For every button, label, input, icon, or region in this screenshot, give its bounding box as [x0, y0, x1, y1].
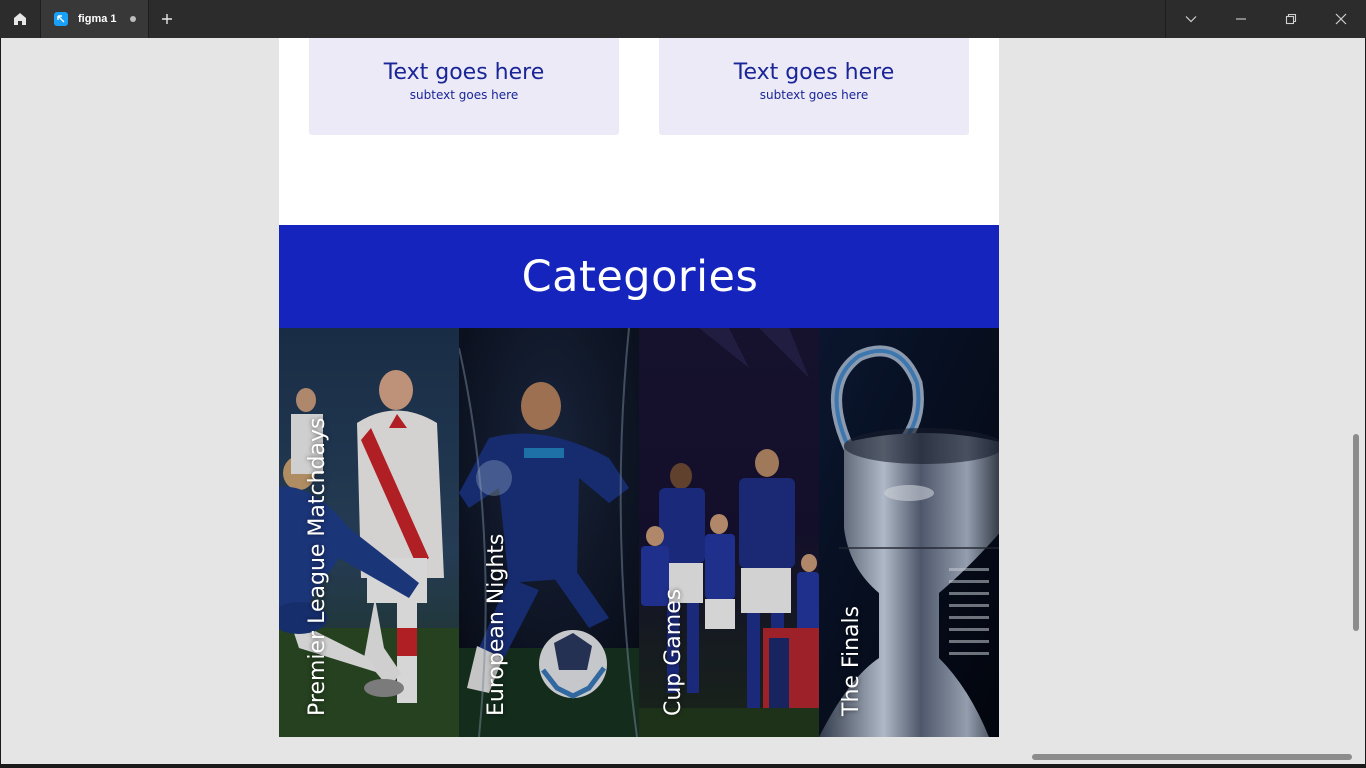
design-canvas[interactable]: Text goes here subtext goes here Text go… [0, 38, 1366, 768]
category-the-finals[interactable]: The Finals [819, 328, 999, 737]
horizontal-scrollbar[interactable] [1032, 754, 1352, 760]
page-frame[interactable]: Text goes here subtext goes here Text go… [279, 38, 999, 737]
plus-icon [162, 14, 172, 24]
panel-label: Cup Games [661, 588, 686, 716]
home-icon [14, 13, 26, 25]
figma-file-icon [54, 12, 68, 26]
card-title: Text goes here [383, 60, 545, 85]
category-cup-games[interactable]: Cup Games [639, 328, 819, 737]
close-icon [1335, 13, 1347, 25]
categories-title: Categories [521, 251, 759, 302]
unsaved-dot-icon [129, 16, 136, 22]
tab-title: figma 1 [78, 13, 117, 25]
minimize-icon [1236, 18, 1246, 20]
chevron-down-icon [1185, 16, 1197, 23]
card-subtitle: subtext goes here [409, 88, 519, 102]
panel-label: European Nights [484, 533, 509, 716]
panel-label: The Finals [839, 605, 864, 716]
window-controls [1165, 0, 1366, 38]
home-button[interactable] [0, 0, 41, 38]
card-subtitle: subtext goes here [759, 88, 869, 102]
close-button[interactable] [1316, 0, 1366, 38]
minimize-button[interactable] [1216, 0, 1266, 38]
category-panels: Premier League Matchdays European Nights… [279, 328, 999, 737]
drag-region[interactable] [185, 0, 1165, 38]
card-title: Text goes here [733, 60, 895, 85]
vertical-scrollbar[interactable] [1353, 434, 1359, 631]
categories-header: Categories [279, 225, 999, 328]
panel-label: Premier League Matchdays [305, 417, 330, 716]
title-bar: figma 1 [0, 0, 1366, 38]
category-european-nights[interactable]: European Nights [459, 328, 639, 737]
info-card-left[interactable]: Text goes here subtext goes here [309, 38, 619, 135]
restore-icon [1285, 13, 1297, 25]
tabs-dropdown-button[interactable] [1166, 0, 1216, 38]
restore-button[interactable] [1266, 0, 1316, 38]
category-premier-league[interactable]: Premier League Matchdays [279, 328, 459, 737]
tab-figma-file[interactable]: figma 1 [41, 0, 149, 38]
new-tab-button[interactable] [149, 0, 185, 38]
info-card-right[interactable]: Text goes here subtext goes here [659, 38, 969, 135]
